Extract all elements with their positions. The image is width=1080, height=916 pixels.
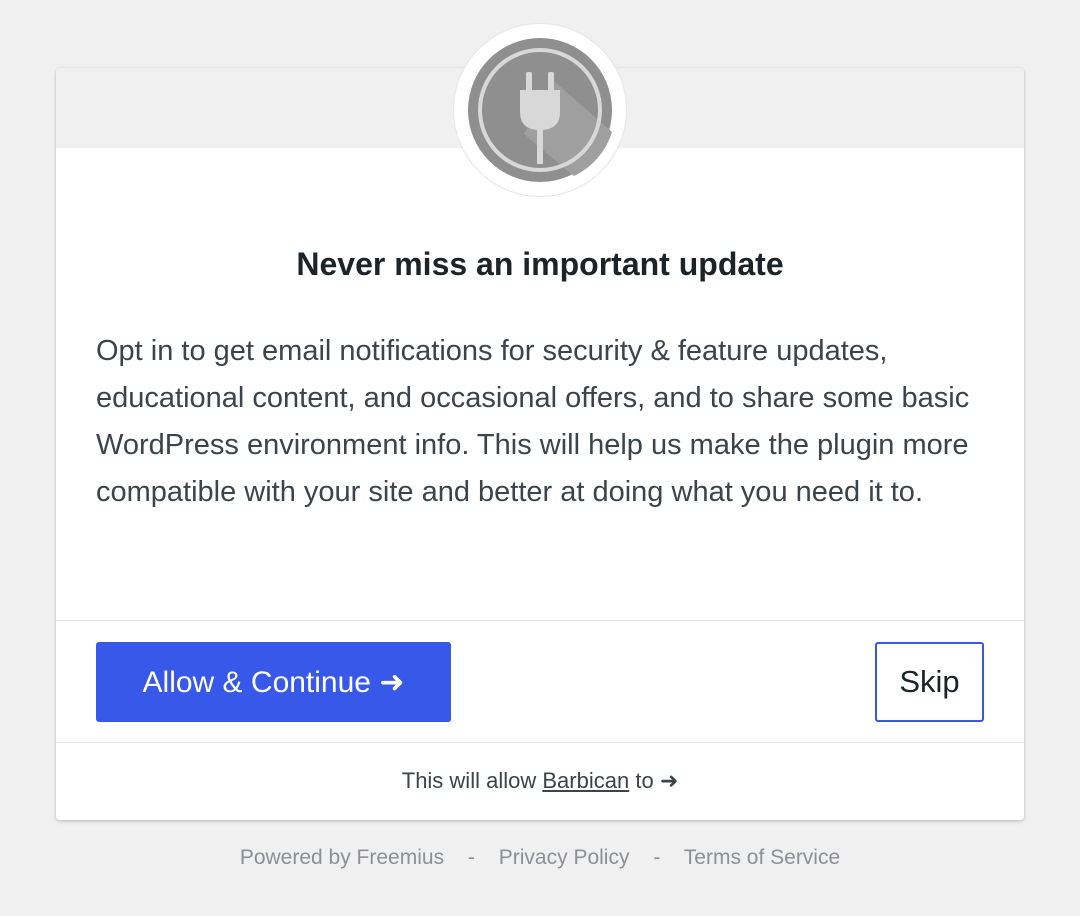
plug-icon (460, 30, 620, 190)
plugin-name-link[interactable]: Barbican (542, 768, 629, 793)
skip-button[interactable]: Skip (875, 642, 984, 722)
powered-by-link[interactable]: Powered by Freemius (240, 846, 444, 869)
allow-continue-button[interactable]: Allow & Continue ➜ (96, 642, 451, 722)
footer-separator: - (467, 846, 475, 869)
divider (56, 742, 1024, 743)
divider (56, 620, 1024, 621)
privacy-policy-link[interactable]: Privacy Policy (499, 846, 630, 869)
dialog-title: Never miss an important update (296, 246, 784, 282)
dialog-description: Opt in to get email notifications for se… (96, 335, 970, 508)
footer-separator: - (653, 846, 661, 869)
permissions-suffix: to (635, 768, 654, 793)
permissions-prefix: This will allow (401, 768, 537, 793)
arrow-right-icon: ➜ (659, 768, 679, 793)
plugin-logo (454, 24, 626, 196)
terms-of-service-link[interactable]: Terms of Service (684, 846, 840, 869)
permissions-toggle[interactable]: This will allow Barbican to ➜ (56, 768, 1024, 794)
footer-links: Powered by Freemius - Privacy Policy - T… (0, 846, 1080, 870)
